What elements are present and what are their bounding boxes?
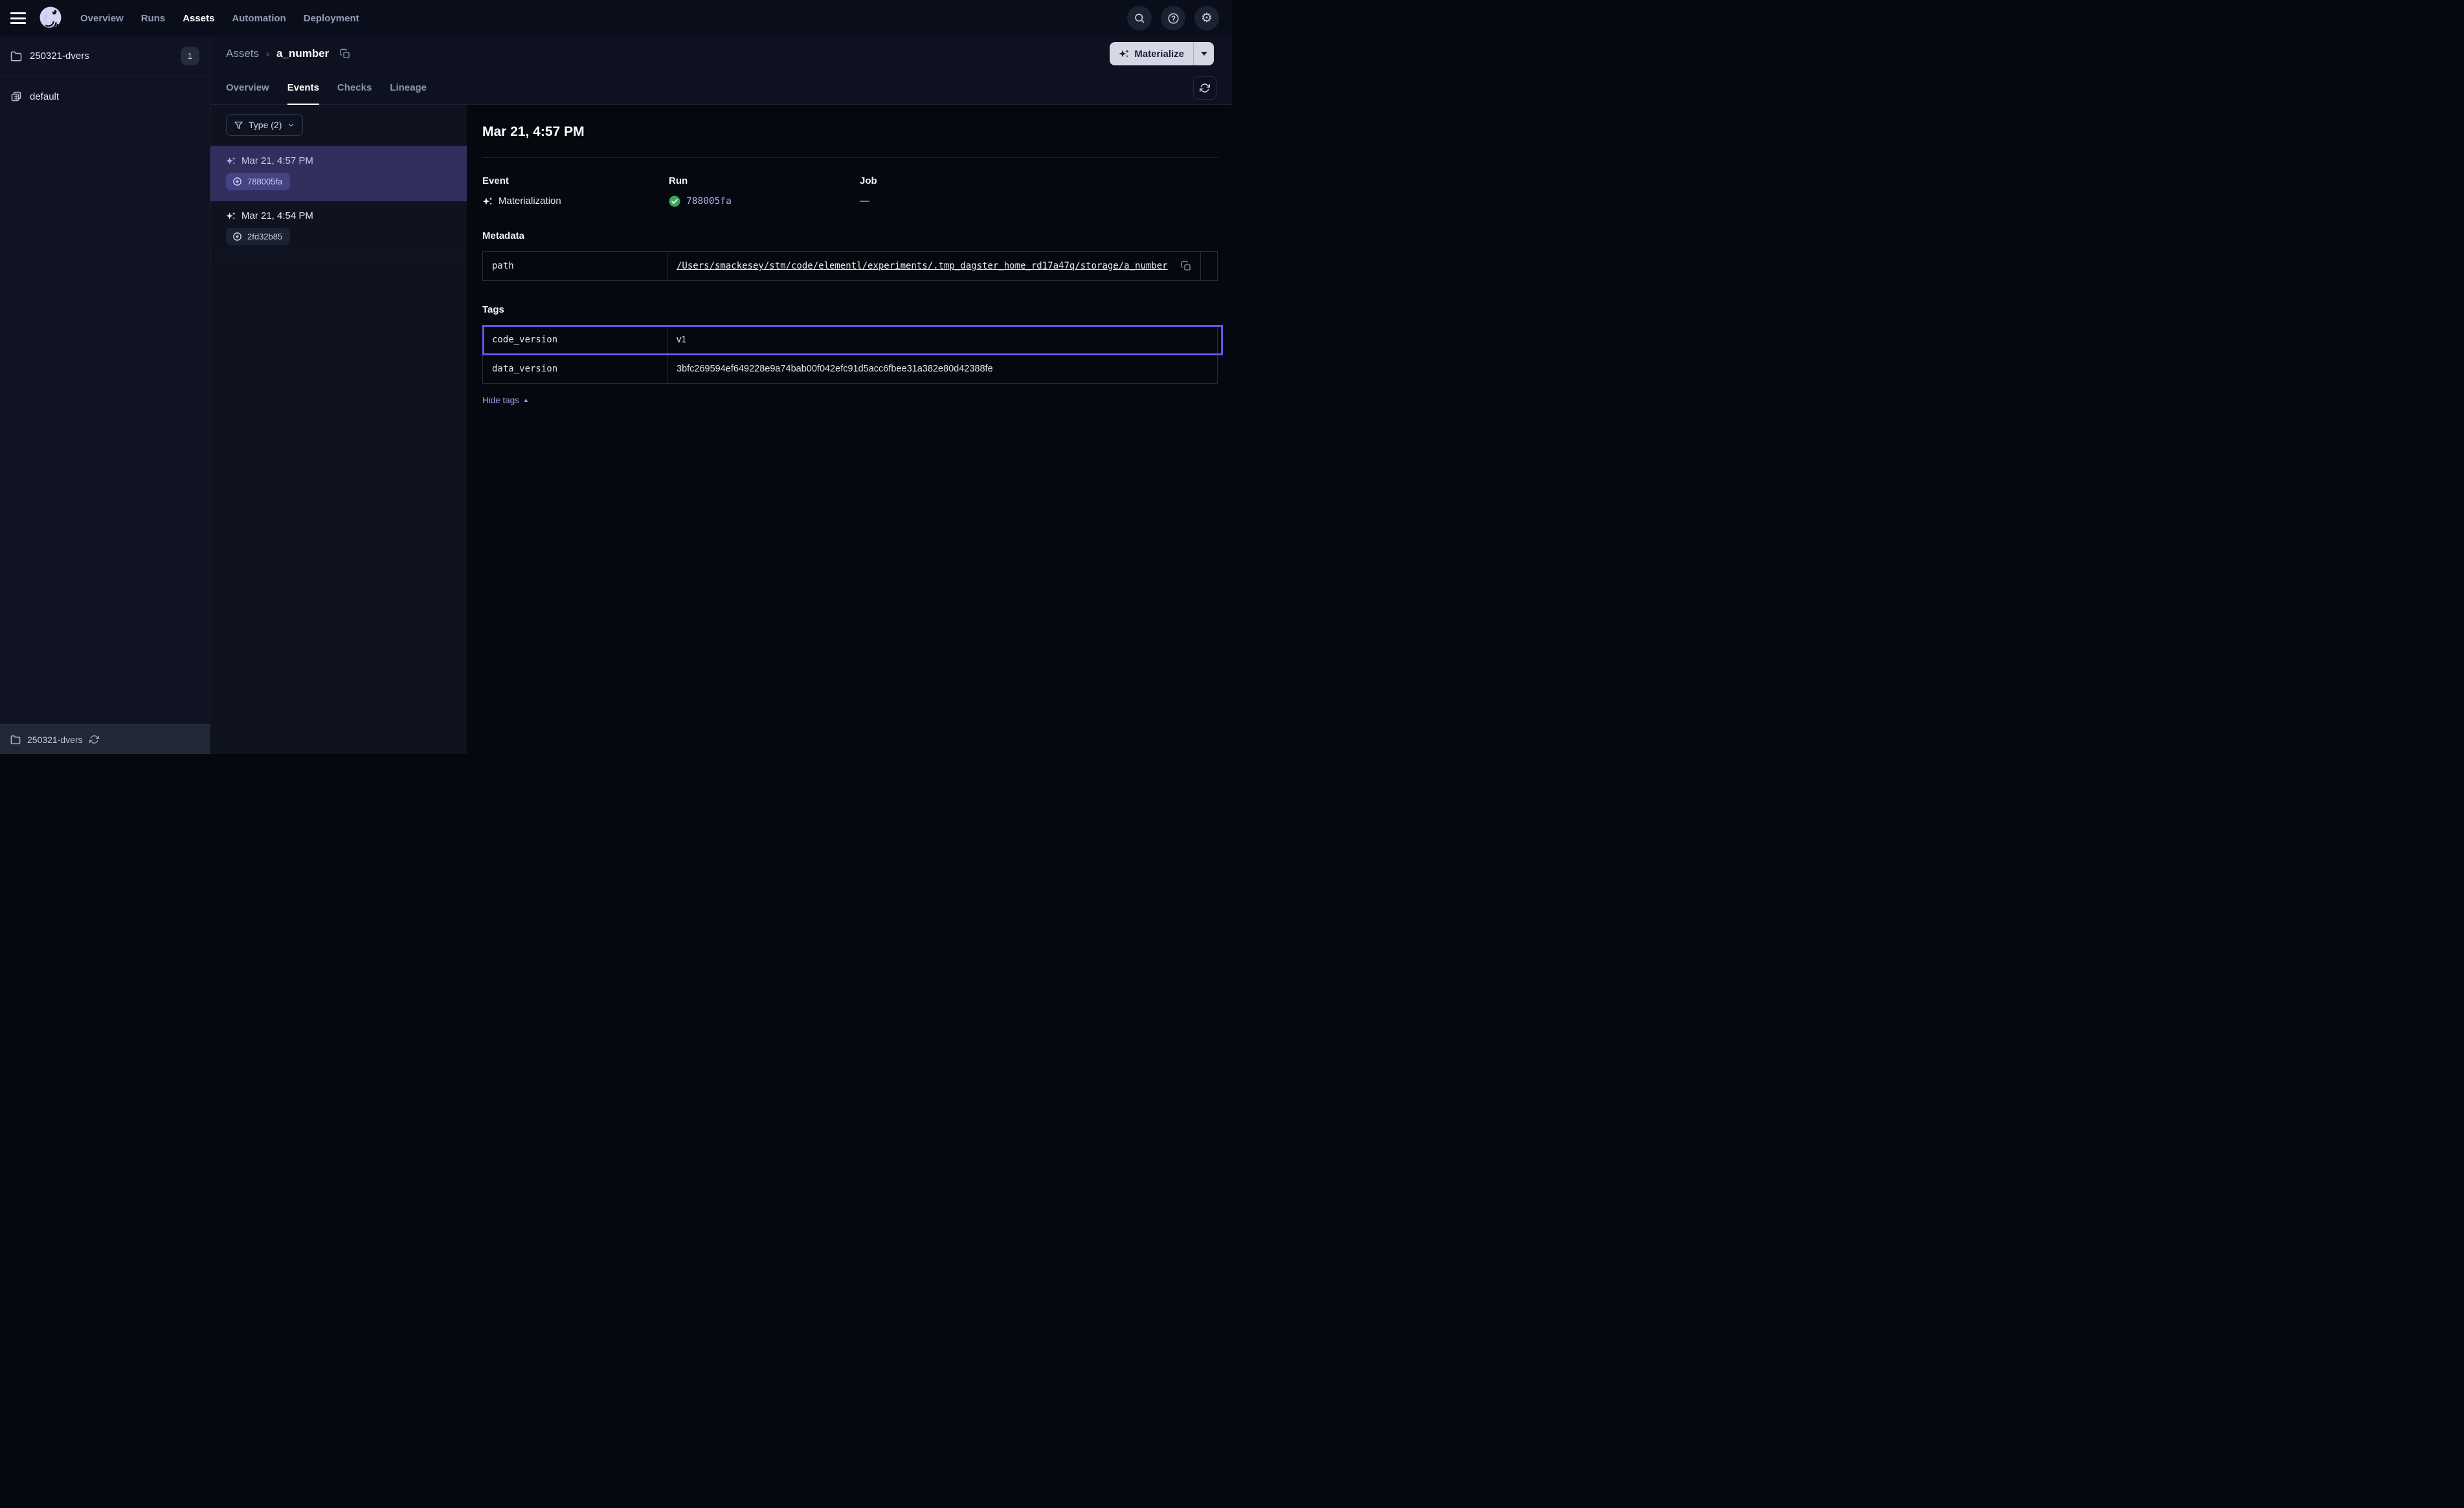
table-row: path /Users/smackesey/stm/code/elementl/… [483,252,1217,280]
sidebar-item-default-group[interactable]: default [0,76,210,116]
chevron-down-icon [287,122,295,129]
refresh-events-button[interactable] [1193,76,1216,100]
copy-asset-name-button[interactable] [340,49,350,59]
run-success-icon [669,195,680,207]
help-icon [1167,12,1180,25]
run-id-pill[interactable]: 2fd32b85 [226,228,290,245]
hide-tags-label: Hide tags [482,395,519,405]
tags-heading: Tags [482,304,1218,315]
metadata-action-cell [1200,252,1217,280]
run-id-link[interactable]: 788005fa [686,196,732,206]
filter-funnel-icon [234,121,243,129]
sidebar-item-code-location[interactable]: 250321-dvers 1 [0,36,210,76]
nav-item-overview[interactable]: Overview [80,13,124,24]
breadcrumb: Assets › a_number [226,47,350,60]
materialize-sparkle-icon [1119,49,1129,59]
asset-count-badge: 1 [181,47,199,65]
metadata-heading: Metadata [482,230,1218,241]
event-summary: Event Materialization [482,175,1218,207]
event-type-filter-button[interactable]: Type (2) [226,114,303,136]
run-id-pill[interactable]: 788005fa [226,173,290,190]
tab-events[interactable]: Events [287,71,319,105]
table-row-code-version: code_version v1 [483,326,1217,354]
tag-key: code_version [483,326,667,354]
breadcrumb-assets-link[interactable]: Assets [226,47,259,60]
tag-value: v1 [667,326,1217,354]
run-id-label: 2fd32b85 [247,232,282,241]
tag-key: data_version [483,355,667,383]
nav-item-assets[interactable]: Assets [183,13,214,24]
materialization-sparkle-icon [226,156,236,166]
top-nav: Overview Runs Assets Automation Deployme… [0,0,1232,36]
run-status-icon [232,232,242,241]
materialization-sparkle-icon [482,196,493,206]
breadcrumb-separator: › [266,49,269,60]
topnav-actions: ⚙ [1127,6,1219,30]
copy-icon [340,49,350,59]
run-column-label: Run [669,175,860,186]
event-title: Mar 21, 4:57 PM [482,124,1218,140]
asset-header: Assets › a_number [210,36,1232,71]
event-column-label: Event [482,175,669,186]
events-list-panel: Type (2) [210,105,467,754]
metadata-key: path [483,252,667,280]
copy-icon [1181,261,1191,271]
tab-lineage[interactable]: Lineage [390,71,427,105]
tab-checks[interactable]: Checks [337,71,372,105]
asset-groups-sidebar: 250321-dvers 1 default 250321- [0,36,210,754]
run-status-icon [232,177,242,186]
sidebar-item-label: 250321-dvers [30,50,89,61]
materialize-label: Materialize [1134,49,1184,60]
materialize-dropdown-button[interactable] [1193,42,1214,65]
filter-label: Type (2) [249,120,282,130]
materialization-sparkle-icon [226,211,236,221]
settings-button[interactable]: ⚙ [1194,6,1219,30]
hide-tags-link[interactable]: Hide tags ▲ [482,395,529,405]
event-detail-panel: Mar 21, 4:57 PM Event [467,105,1232,754]
folder-icon [10,50,22,62]
collapse-arrow-icon: ▲ [523,397,529,403]
event-list-item[interactable]: Mar 21, 4:54 PM 2fd32b85 [210,201,467,256]
event-timestamp: Mar 21, 4:57 PM [241,155,313,166]
refresh-icon [1200,83,1210,93]
filter-row: Type (2) [210,105,467,146]
sidebar-footer: 250321-dvers [0,724,210,754]
refresh-icon [89,735,99,744]
event-timestamp: Mar 21, 4:54 PM [241,210,313,221]
metadata-table: path /Users/smackesey/stm/code/elementl/… [482,251,1218,281]
job-column-label: Job [860,175,877,186]
search-icon [1134,12,1145,24]
nav-item-deployment[interactable]: Deployment [304,13,359,24]
event-list-item[interactable]: Mar 21, 4:57 PM 788005fa [210,146,467,201]
tag-value: 3bfc269594ef649228e9a74bab00f042efc91d5a… [667,355,1217,383]
job-value: — [860,195,869,206]
gear-icon: ⚙ [1201,12,1213,25]
caret-down-icon [1201,52,1207,56]
footer-code-location-label: 250321-dvers [27,735,83,745]
divider [482,157,1218,158]
hamburger-menu-icon[interactable] [10,12,26,24]
tags-table: code_version v1 data_version 3bfc269594e… [482,325,1218,384]
event-type-value: Materialization [498,195,561,206]
tab-overview[interactable]: Overview [226,71,269,105]
sidebar-item-label: default [30,91,59,102]
asset-name: a_number [276,47,329,60]
copy-path-button[interactable] [1181,261,1191,271]
reload-code-location-button[interactable] [89,735,99,744]
nav-item-automation[interactable]: Automation [232,13,286,24]
asset-group-icon [10,91,22,102]
asset-tabs: Overview Events Checks Lineage [210,71,1232,105]
materialize-split-button: Materialize [1110,42,1214,65]
primary-nav: Overview Runs Assets Automation Deployme… [80,13,359,24]
run-id-label: 788005fa [247,177,282,186]
table-row-data-version: data_version 3bfc269594ef649228e9a74bab0… [483,354,1217,383]
metadata-path-link[interactable]: /Users/smackesey/stm/code/elementl/exper… [677,261,1170,271]
materialize-button[interactable]: Materialize [1110,42,1193,65]
search-button[interactable] [1127,6,1152,30]
folder-icon [10,735,21,745]
nav-item-runs[interactable]: Runs [141,13,166,24]
help-button[interactable] [1161,6,1185,30]
dagster-logo-icon [38,5,63,31]
